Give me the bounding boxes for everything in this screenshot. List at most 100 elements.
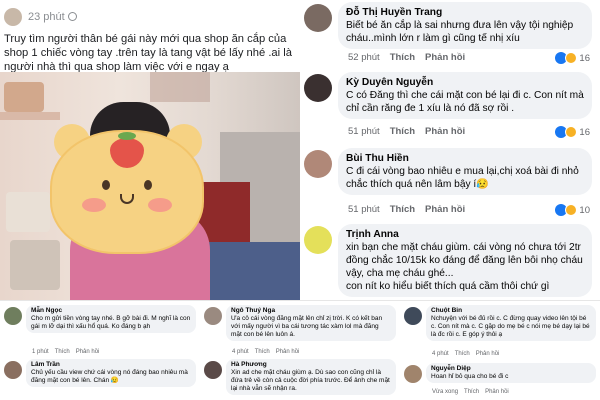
comment: Trịnh Anna xin bạn che mặt cháu giùm. cá… bbox=[304, 224, 596, 300]
post-photo[interactable] bbox=[0, 72, 300, 300]
bear-cheek bbox=[148, 198, 172, 212]
comment: Đỗ Thị Huyền Trang Biết bé ăn cắp là sai… bbox=[304, 2, 596, 72]
commenter-name[interactable]: Kỳ Duyên Nguyễn bbox=[346, 76, 584, 89]
like-button[interactable]: Thích bbox=[390, 204, 415, 215]
reaction-number: 16 bbox=[579, 126, 590, 138]
avatar[interactable] bbox=[4, 361, 22, 379]
reaction-count[interactable]: 16 bbox=[555, 52, 590, 64]
comment-time[interactable]: 4 phút bbox=[232, 349, 249, 355]
shelf bbox=[0, 112, 60, 120]
reply-button[interactable]: Phản hồi bbox=[485, 389, 509, 395]
comment-bubble: Bùi Thu Hiền C đi cái vòng bao nhiêu e m… bbox=[338, 148, 592, 195]
handbag bbox=[6, 192, 50, 232]
bear-cheek bbox=[82, 198, 106, 212]
comment-time[interactable]: 4 phút bbox=[432, 351, 449, 357]
comment-text: C có Đăng thì che cái mặt con bé lại đi … bbox=[346, 90, 584, 114]
like-button[interactable]: Thích bbox=[455, 351, 470, 357]
comment-text: xin bạn che mặt cháu giùm. cái vòng nó c… bbox=[346, 242, 583, 279]
commenter-name[interactable]: Lâm Trần bbox=[31, 361, 191, 369]
avatar[interactable] bbox=[304, 226, 332, 254]
post-text: Truy tìm người thân bé gái này mới qua s… bbox=[4, 33, 292, 73]
commenter-name[interactable]: Ngô Thuý Nga bbox=[231, 307, 391, 315]
reaction-number: 10 bbox=[579, 204, 590, 216]
comment-bubble: Hà Phương Xin ad che mặt cháu giùm ạ. Dù… bbox=[226, 359, 396, 395]
haha-reaction-icon bbox=[565, 204, 578, 216]
comment-time[interactable]: 52 phút bbox=[348, 52, 380, 63]
reply-button[interactable]: Phản hồi bbox=[425, 126, 465, 137]
handbag bbox=[4, 82, 44, 112]
reply-button[interactable]: Phản hồi bbox=[425, 52, 465, 63]
comment: Ngô Thuý Nga Ưa cô cái vòng đăng mặt lên… bbox=[204, 305, 396, 355]
avatar[interactable] bbox=[304, 4, 332, 32]
comment-time[interactable]: 1 phút bbox=[32, 349, 49, 355]
comments-thumbnail: Chuột Bin Nchuyện với bé đủ rồi c. C đừn… bbox=[400, 300, 600, 400]
avatar[interactable] bbox=[304, 150, 332, 178]
comment-time[interactable]: 51 phút bbox=[348, 126, 380, 137]
comment-actions: 4 phút Thích Phản hồi bbox=[432, 351, 499, 357]
comment-text: Biết bé ăn cắp là sai nhưng đưa lên vậy … bbox=[346, 20, 574, 44]
comment-text: Xin ad che mặt cháu giùm ạ. Dù sao con c… bbox=[231, 369, 390, 392]
commenter-name[interactable]: Đỗ Thị Huyền Trang bbox=[346, 6, 584, 19]
clothes-pile bbox=[200, 242, 300, 300]
comment-time[interactable]: Vừa xong bbox=[432, 389, 458, 395]
comment: Nguyễn Diệp Hoan hỉ bỏ qua cho bé đi c V… bbox=[404, 363, 596, 399]
comment-bubble: Trịnh Anna xin bạn che mặt cháu giùm. cá… bbox=[338, 224, 592, 297]
avatar[interactable] bbox=[304, 74, 332, 102]
avatar[interactable] bbox=[204, 361, 222, 379]
commenter-name[interactable]: Trịnh Anna bbox=[346, 228, 584, 241]
comment: Chuột Bin Nchuyện với bé đủ rồi c. C đừn… bbox=[404, 305, 596, 359]
comment-bubble: Đỗ Thị Huyền Trang Biết bé ăn cắp là sai… bbox=[338, 2, 592, 49]
poster-avatar[interactable] bbox=[4, 8, 22, 26]
like-button[interactable]: Thích bbox=[55, 349, 70, 355]
avatar[interactable] bbox=[404, 365, 422, 383]
like-button[interactable]: Thích bbox=[390, 126, 415, 137]
comment-bubble: Kỳ Duyên Nguyễn C có Đăng thì che cái mặ… bbox=[338, 72, 592, 119]
reaction-number: 16 bbox=[579, 52, 590, 64]
comment-text: Hoan hỉ bỏ qua cho bé đi c bbox=[431, 373, 509, 380]
comment: Mẫn Ngọc Cho m gửi tiền vòng tay nhé. B … bbox=[4, 305, 196, 355]
original-post: 23 phút Truy tìm người thân bé gái này m… bbox=[0, 0, 300, 300]
reaction-count[interactable]: 16 bbox=[555, 126, 590, 138]
handbag bbox=[10, 240, 60, 290]
like-button[interactable]: Thích bbox=[390, 52, 415, 63]
globe-icon bbox=[67, 12, 77, 21]
comment-text-continued: con nít ko hiểu biết thích quá cầm thôi … bbox=[346, 281, 550, 292]
comment-bubble: Mẫn Ngọc Cho m gửi tiền vòng tay nhé. B … bbox=[26, 305, 196, 333]
reply-button[interactable]: Phản hồi bbox=[76, 349, 100, 355]
comment-text: C đi cái vòng bao nhiêu e mua lại,chị xo… bbox=[346, 166, 579, 190]
bear-mouth bbox=[120, 194, 134, 204]
reply-button[interactable]: Phản hồi bbox=[476, 351, 500, 357]
blurred-region bbox=[150, 72, 210, 102]
commenter-name[interactable]: Bùi Thu Hiền bbox=[346, 152, 584, 165]
commenter-name[interactable]: Chuột Bin bbox=[431, 307, 591, 315]
commenter-name[interactable]: Hà Phương bbox=[231, 361, 391, 369]
comment-actions: 51 phút Thích Phản hồi bbox=[348, 126, 465, 137]
comment-actions: 52 phút Thích Phản hồi bbox=[348, 52, 465, 63]
avatar[interactable] bbox=[404, 307, 422, 325]
comment-bubble: Ngô Thuý Nga Ưa cô cái vòng đăng mặt lên… bbox=[226, 305, 396, 341]
comment-bubble: Nguyễn Diệp Hoan hỉ bỏ qua cho bé đi c bbox=[426, 363, 596, 383]
avatar[interactable] bbox=[204, 307, 222, 325]
reply-button[interactable]: Phản hồi bbox=[425, 204, 465, 215]
like-button[interactable]: Thích bbox=[255, 349, 270, 355]
reaction-count[interactable]: 10 bbox=[555, 204, 590, 216]
comment-bubble: Lâm Trần Chủ yếu cầu view chứ cái vòng n… bbox=[26, 359, 196, 387]
strawberry-leaf bbox=[118, 132, 136, 140]
post-time[interactable]: 23 phút bbox=[28, 11, 77, 23]
comments-thumbnail: Mẫn Ngọc Cho m gửi tiền vòng tay nhé. B … bbox=[0, 300, 200, 400]
comments-panel: Đỗ Thị Huyền Trang Biết bé ăn cắp là sai… bbox=[300, 0, 600, 300]
comment-bubble: Chuột Bin Nchuyện với bé đủ rồi c. C đừn… bbox=[426, 305, 596, 341]
comment-text: Cho m gửi tiền vòng tay nhé. B gỡ bài đi… bbox=[31, 315, 191, 330]
commenter-name[interactable]: Nguyễn Diệp bbox=[431, 365, 591, 373]
reply-button[interactable]: Phản hồi bbox=[276, 349, 300, 355]
comment-actions: Vừa xong Thích Phản hồi bbox=[432, 389, 509, 395]
commenter-name[interactable]: Mẫn Ngọc bbox=[31, 307, 191, 315]
comment-actions: 51 phút Thích Phản hồi bbox=[348, 204, 465, 215]
comment-time[interactable]: 51 phút bbox=[348, 204, 380, 215]
haha-reaction-icon bbox=[565, 126, 578, 138]
like-button[interactable]: Thích bbox=[464, 389, 479, 395]
comment: Kỳ Duyên Nguyễn C có Đăng thì che cái mặ… bbox=[304, 72, 596, 144]
haha-reaction-icon bbox=[565, 52, 578, 64]
comment: Bùi Thu Hiền C đi cái vòng bao nhiêu e m… bbox=[304, 148, 596, 220]
avatar[interactable] bbox=[4, 307, 22, 325]
